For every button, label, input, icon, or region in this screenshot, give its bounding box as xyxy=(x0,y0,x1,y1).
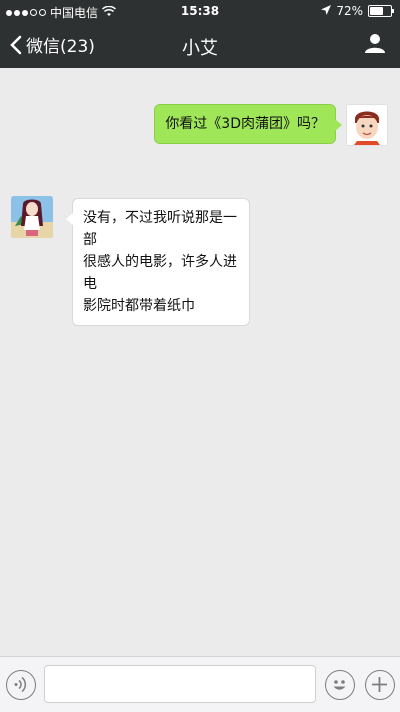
top-bar: 中国电信 15:38 72% 微信(23) 小艾 xyxy=(0,0,400,68)
received-message-line: 没有，不过我听说那是一部 xyxy=(83,210,237,248)
emoji-icon[interactable] xyxy=(325,670,355,700)
friend-avatar[interactable] xyxy=(11,196,53,238)
received-message-line: 很感人的电影，许多人进电 xyxy=(83,254,237,292)
my-avatar[interactable] xyxy=(346,104,388,146)
chat-title: 小艾 xyxy=(182,38,218,59)
status-right: 72% xyxy=(321,4,394,18)
location-arrow-icon xyxy=(321,4,332,18)
received-message-bubble[interactable]: 没有，不过我听说那是一部 很感人的电影，许多人进电 影院时都带着纸巾 xyxy=(66,198,250,326)
message-input[interactable] xyxy=(44,665,316,703)
sent-message-text: 你看过《3D肉蒲团》吗？ xyxy=(165,116,325,132)
chat-area[interactable]: 你看过《3D肉蒲团》吗？ 没有，不过我听说那是一部 很感人的电影，许多人进电 影… xyxy=(0,68,400,656)
status-bar: 中国电信 15:38 72% xyxy=(0,0,400,22)
received-message-line: 影院时都带着纸巾 xyxy=(83,298,195,314)
input-bar xyxy=(0,656,400,712)
battery-percent: 72% xyxy=(336,4,363,18)
battery-icon xyxy=(368,5,394,17)
sent-message-bubble[interactable]: 你看过《3D肉蒲团》吗？ xyxy=(154,104,342,144)
nav-bar: 微信(23) 小艾 xyxy=(0,22,400,68)
plus-icon[interactable] xyxy=(365,670,395,700)
voice-icon[interactable] xyxy=(6,670,36,700)
person-icon[interactable] xyxy=(364,32,386,58)
